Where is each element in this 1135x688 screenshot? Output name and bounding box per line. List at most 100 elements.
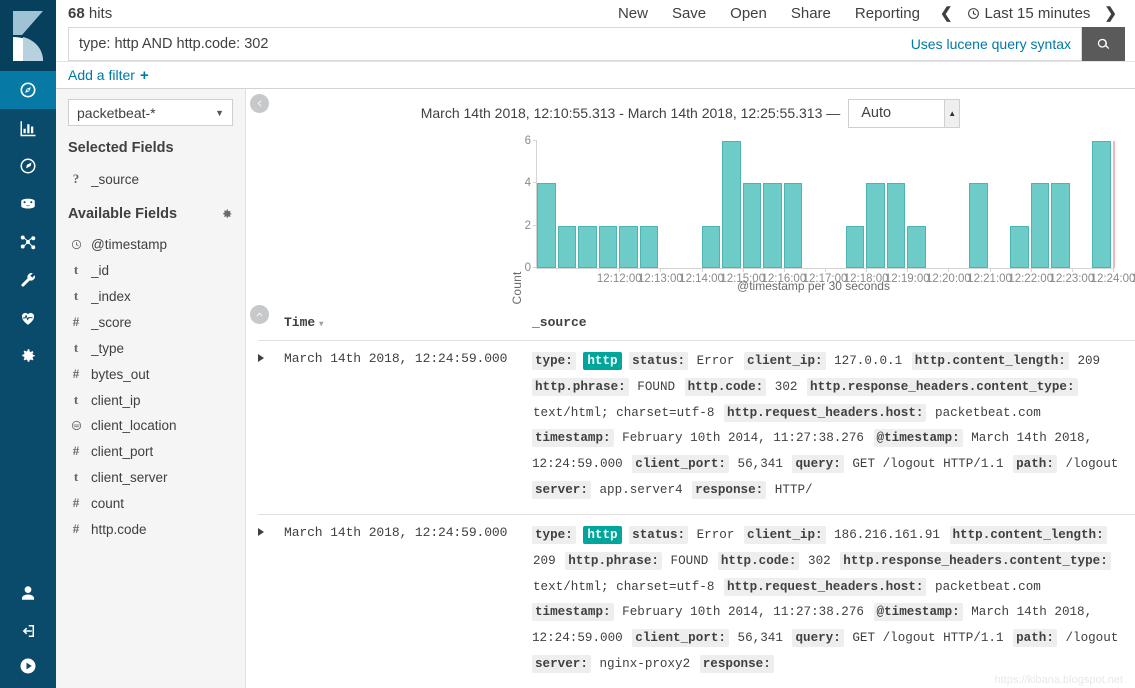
lucene-hint-link[interactable]: Uses lucene query syntax — [901, 36, 1081, 52]
nav-new[interactable]: New — [606, 0, 660, 27]
time-picker-button[interactable]: Last 15 minutes — [961, 0, 1097, 27]
source-field-value: text/html; charset=utf-8 — [532, 580, 716, 594]
col-time[interactable]: Time▾ — [284, 303, 532, 341]
x-axis-tick-line — [1113, 268, 1114, 272]
field-item-source[interactable]: ? _source — [56, 166, 245, 192]
field-item-http-code[interactable]: # http.code — [56, 516, 245, 542]
nav-reporting[interactable]: Reporting — [843, 0, 932, 27]
expand-triangle-icon[interactable] — [258, 354, 264, 362]
histogram-bar[interactable] — [1031, 183, 1050, 268]
kibana-logo[interactable] — [0, 0, 56, 71]
field-type-number-icon: # — [70, 443, 82, 459]
histogram-bar[interactable] — [763, 183, 782, 268]
x-axis-tick-line — [990, 268, 991, 272]
x-axis-tick-line — [1031, 268, 1032, 272]
field-item-bytes-out[interactable]: # bytes_out — [56, 361, 245, 387]
field-type-number-icon: # — [70, 314, 82, 330]
interval-select[interactable]: Auto ▲ — [848, 99, 960, 128]
histogram-bar[interactable] — [1092, 141, 1111, 268]
time-next-button[interactable]: ❯ — [1096, 0, 1125, 27]
source-field-key: http.phrase: — [532, 378, 629, 396]
field-type-geo-icon — [70, 420, 82, 431]
histogram-bar[interactable] — [907, 226, 926, 268]
nav-open[interactable]: Open — [718, 0, 779, 27]
histogram-bar[interactable] — [784, 183, 803, 268]
add-filter-button[interactable]: Add a filter + — [68, 67, 149, 84]
field-item-score[interactable]: # _score — [56, 309, 245, 335]
field-item-client-port[interactable]: # client_port — [56, 438, 245, 464]
field-item-type[interactable]: t _type — [56, 335, 245, 361]
histogram-bar[interactable] — [743, 183, 762, 268]
field-item-index[interactable]: t _index — [56, 283, 245, 309]
expand-triangle-icon[interactable] — [258, 528, 264, 536]
source-field-value: 209 — [1076, 354, 1102, 368]
histogram-bar[interactable] — [1010, 226, 1029, 268]
source-field-value-highlighted: http — [583, 352, 621, 370]
field-settings-button[interactable] — [221, 208, 233, 220]
source-field-key: path: — [1013, 629, 1057, 647]
collapse-chart-button[interactable] — [250, 305, 269, 324]
source-field-value: packetbeat.com — [934, 580, 1043, 594]
col-source[interactable]: _source — [532, 303, 1135, 341]
gear-icon — [19, 347, 37, 365]
sidebar-item-timelion[interactable] — [0, 185, 56, 223]
collapse-sidebar-button[interactable] — [250, 94, 269, 113]
histogram-bar[interactable] — [1051, 183, 1070, 268]
index-pattern-selector[interactable]: packetbeat-* ▼ — [68, 99, 233, 126]
histogram-bar[interactable] — [969, 183, 988, 268]
source-field-key: status: — [629, 352, 688, 370]
histogram-bar[interactable] — [578, 226, 597, 268]
sidebar-item-discover[interactable] — [0, 71, 56, 109]
histogram-bar[interactable] — [640, 226, 659, 268]
sidebar-item-visualize[interactable] — [0, 109, 56, 147]
x-axis-tick-line — [702, 268, 703, 272]
chart-plot-area[interactable]: 024612:12:0012:13:0012:14:0012:15:0012:1… — [536, 141, 1113, 269]
sidebar-item-management[interactable] — [0, 337, 56, 375]
sidebar-item-dev-tools[interactable] — [0, 261, 56, 299]
field-name: _score — [91, 315, 132, 330]
table-header-row: Time▾ _source — [258, 303, 1135, 341]
field-item-id[interactable]: t _id — [56, 257, 245, 283]
global-nav-rail — [0, 0, 56, 688]
search-input[interactable] — [69, 28, 901, 60]
histogram-bar[interactable] — [846, 226, 865, 268]
source-field-value: 56,341 — [737, 457, 785, 471]
nav-share[interactable]: Share — [779, 0, 843, 27]
histogram-bar[interactable] — [866, 183, 885, 268]
source-field-key: http.request_headers.host: — [724, 578, 927, 596]
source-field-value: /logout — [1064, 457, 1120, 471]
source-field-value: /logout — [1064, 631, 1120, 645]
x-axis-tick-line — [1072, 268, 1073, 272]
source-field-key: type: — [532, 352, 576, 370]
sidebar-item-dashboard[interactable] — [0, 147, 56, 185]
source-field-key: path: — [1013, 455, 1057, 473]
sidebar-item-graph[interactable] — [0, 223, 56, 261]
time-cell: March 14th 2018, 12:24:59.000 — [284, 341, 532, 515]
field-item-client-location[interactable]: client_location — [56, 413, 245, 438]
time-prev-button[interactable]: ❮ — [932, 0, 961, 27]
field-item-timestamp[interactable]: @timestamp — [56, 232, 245, 257]
histogram-bar[interactable] — [537, 183, 556, 268]
source-field-value: FOUND — [670, 554, 711, 568]
search-button[interactable] — [1082, 27, 1125, 61]
field-type-date-icon — [70, 239, 82, 250]
field-type-string-icon: t — [70, 288, 82, 304]
nav-save[interactable]: Save — [660, 0, 718, 27]
rail-item-play[interactable] — [0, 650, 56, 688]
field-item-count[interactable]: # count — [56, 490, 245, 516]
sidebar-item-monitoring[interactable] — [0, 299, 56, 337]
histogram-bar[interactable] — [702, 226, 721, 268]
field-item-client-ip[interactable]: t client_ip — [56, 387, 245, 413]
histogram-bar[interactable] — [887, 183, 906, 268]
histogram-bar[interactable] — [619, 226, 638, 268]
field-type-string-icon: t — [70, 392, 82, 408]
source-field-key: timestamp: — [532, 429, 614, 447]
discover-main: March 14th 2018, 12:10:55.313 - March 14… — [246, 89, 1135, 688]
histogram-bar[interactable] — [599, 226, 618, 268]
table-head: Time▾ _source — [258, 303, 1135, 341]
histogram-bar[interactable] — [722, 141, 741, 268]
histogram-bar[interactable] — [558, 226, 577, 268]
rail-item-user[interactable] — [0, 574, 56, 612]
field-item-client-server[interactable]: t client_server — [56, 464, 245, 490]
rail-item-logout[interactable] — [0, 612, 56, 650]
